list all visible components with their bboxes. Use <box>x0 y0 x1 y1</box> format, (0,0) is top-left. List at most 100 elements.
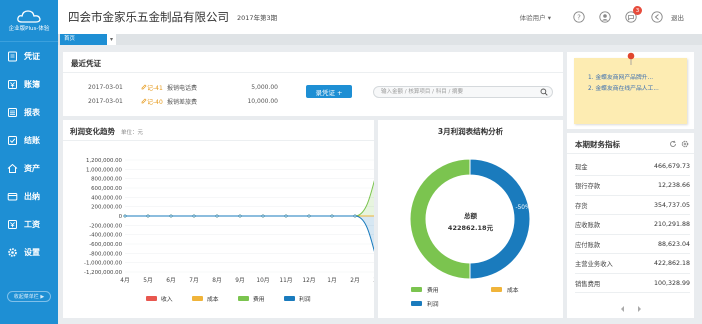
y-tick-label: 0 <box>119 214 123 220</box>
finance-value: 422,862.18 <box>653 260 690 267</box>
voucher-date: 2017-03-01 <box>88 98 123 105</box>
logout-link[interactable]: 退出 <box>671 12 684 22</box>
search-placeholder: 输入金额 / 核算项目 / 科目 / 摘要 <box>381 89 464 95</box>
y-tick-label: 800,000.00 <box>91 177 122 183</box>
legend-swatch <box>146 296 157 301</box>
voucher-row[interactable]: 2017-03-01 记-41 报销电话费 5,000.00 <box>88 83 278 92</box>
svg-text:?: ? <box>577 14 581 22</box>
ledger-icon <box>7 79 18 90</box>
sidebar-item-label: 结账 <box>24 135 40 145</box>
sidebar-item-settings[interactable]: 设置 <box>0 238 58 266</box>
voucher-amount: 5,000.00 <box>251 84 278 91</box>
y-tick-label: 1,000,000.00 <box>86 167 123 173</box>
series-line-利润 <box>125 215 374 252</box>
tab-home[interactable]: 首页 <box>60 34 107 45</box>
legend-label: 费用 <box>253 295 265 303</box>
finance-row: 应收账款 210,291.88 <box>575 216 690 235</box>
sidebar-item-ledger[interactable]: 账簿 <box>0 70 58 98</box>
y-tick-label: -200,000.00 <box>89 223 122 229</box>
slice-label: 0% <box>476 246 486 252</box>
help-icon[interactable]: ? <box>573 11 585 23</box>
x-tick-label: 3月 <box>373 277 374 284</box>
y-tick-label: 600,000.00 <box>91 186 122 192</box>
y-tick-label: 200,000.00 <box>91 205 122 211</box>
voucher-number[interactable]: 记-41 <box>141 83 167 92</box>
notice-item[interactable]: 1. 金蝶友商网产品牌升... <box>588 73 687 84</box>
message-badge: 3 <box>633 6 642 15</box>
sticky-note: 1. 金蝶友商网产品牌升... 2. 金蝶友商在线产品人工... <box>574 52 687 124</box>
x-tick-label: 10月 <box>256 277 269 284</box>
sidebar-item-salary[interactable]: 工资 <box>0 210 58 238</box>
sidebar-item-label: 凭证 <box>24 51 40 61</box>
x-tick-label: 2月 <box>350 277 360 284</box>
collapse-sidebar-button[interactable]: 收起菜单栏 ▶ <box>7 291 51 302</box>
legend-label: 利润 <box>299 295 311 303</box>
voucher-number[interactable]: 记-40 <box>141 97 167 106</box>
sidebar-item-label: 出纳 <box>24 191 40 201</box>
finance-value: 100,328.99 <box>653 279 690 287</box>
logo: 企业版Plus-体验 <box>0 0 58 42</box>
salary-icon <box>7 219 18 230</box>
search-icon[interactable] <box>540 88 548 96</box>
legend-swatch <box>284 296 295 301</box>
finance-label: 银行存款 <box>575 183 601 190</box>
tab-bar: 首页 ▾ <box>58 34 702 45</box>
sidebar-item-label: 设置 <box>24 247 40 257</box>
y-tick-label: -600,000.00 <box>89 242 122 248</box>
tab-dropdown[interactable]: ▾ <box>107 34 116 45</box>
x-tick-label: 7月 <box>189 277 199 284</box>
finance-label: 销售费用 <box>575 280 601 288</box>
panel-title: 最近凭证 <box>71 59 101 68</box>
voucher-row[interactable]: 2017-03-01 记-40 报销差旅费 10,000.00 <box>88 97 278 106</box>
sidebar-item-report[interactable]: 报表 <box>0 98 58 126</box>
recent-vouchers-panel: 最近凭证 2017-03-01 记-41 报销电话费 5,000.00 2017… <box>63 52 563 116</box>
data-point <box>215 214 219 218</box>
legend-label: 收入 <box>161 295 173 303</box>
sidebar-item-label: 资产 <box>24 163 40 173</box>
notice-item[interactable]: 2. 金蝶友商在线产品人工... <box>588 84 687 95</box>
refresh-icon[interactable] <box>669 140 677 148</box>
voucher-desc: 报销差旅费 <box>167 99 198 106</box>
data-point <box>192 214 196 218</box>
finance-label: 存货 <box>575 202 588 210</box>
legend-swatch <box>192 296 203 301</box>
finance-row: 银行存款 12,238.66 <box>575 177 690 196</box>
x-tick-label: 1月 <box>327 277 337 284</box>
add-voucher-button[interactable]: 录凭证 + <box>306 85 352 98</box>
sidebar-item-asset[interactable]: 资产 <box>0 154 58 182</box>
sidebar-item-close-account[interactable]: 结账 <box>0 126 58 154</box>
donut-center-value: 422862.18元 <box>447 224 494 232</box>
service-icon[interactable] <box>599 11 611 23</box>
finance-label: 主营业务收入 <box>575 261 613 268</box>
back-icon[interactable] <box>651 11 663 23</box>
finance-label: 现金 <box>575 163 588 171</box>
report-icon <box>7 107 18 118</box>
finance-value: 210,291.88 <box>653 221 690 228</box>
message-icon[interactable]: 3 <box>625 6 642 23</box>
panel-title: 本期财务指标 <box>575 140 620 149</box>
gear-icon[interactable] <box>681 140 689 148</box>
finance-row: 现金 466,679.73 <box>575 157 690 176</box>
sidebar-item-cashier[interactable]: 出纳 <box>0 182 58 210</box>
voucher-search-input[interactable]: 输入金额 / 核算项目 / 科目 / 摘要 <box>373 86 553 98</box>
accounting-period: 2017年第3期 <box>237 14 278 22</box>
finance-value: 354,737.05 <box>653 201 690 209</box>
sidebar-item-voucher[interactable]: 凭证 <box>0 42 58 70</box>
finance-label: 应付账款 <box>575 241 601 249</box>
user-menu[interactable]: 体验用户 ▾ <box>520 12 551 22</box>
series-line-费用 <box>125 180 374 217</box>
x-tick-label: 8月 <box>212 277 222 284</box>
company-name: 四会市金家乐五金制品有限公司 <box>68 10 229 24</box>
logo-text: 企业版Plus-体验 <box>8 26 50 32</box>
y-tick-label: -800,000.00 <box>89 251 122 257</box>
finance-indicators-panel: 本期财务指标 现金 466,679.73 银行存款 12,238.66 存货 354,73… <box>567 133 694 318</box>
pager-arrows <box>621 306 641 312</box>
sidebar-item-label: 报表 <box>24 107 40 117</box>
voucher-icon <box>7 51 18 62</box>
settings-icon <box>7 247 18 258</box>
prev-page-icon[interactable] <box>621 306 624 312</box>
sidebar-item-label: 工资 <box>24 219 40 229</box>
y-tick-label: -1,000,000.00 <box>84 261 123 267</box>
next-page-icon[interactable] <box>638 306 641 312</box>
legend-label: 费用 <box>427 286 439 294</box>
